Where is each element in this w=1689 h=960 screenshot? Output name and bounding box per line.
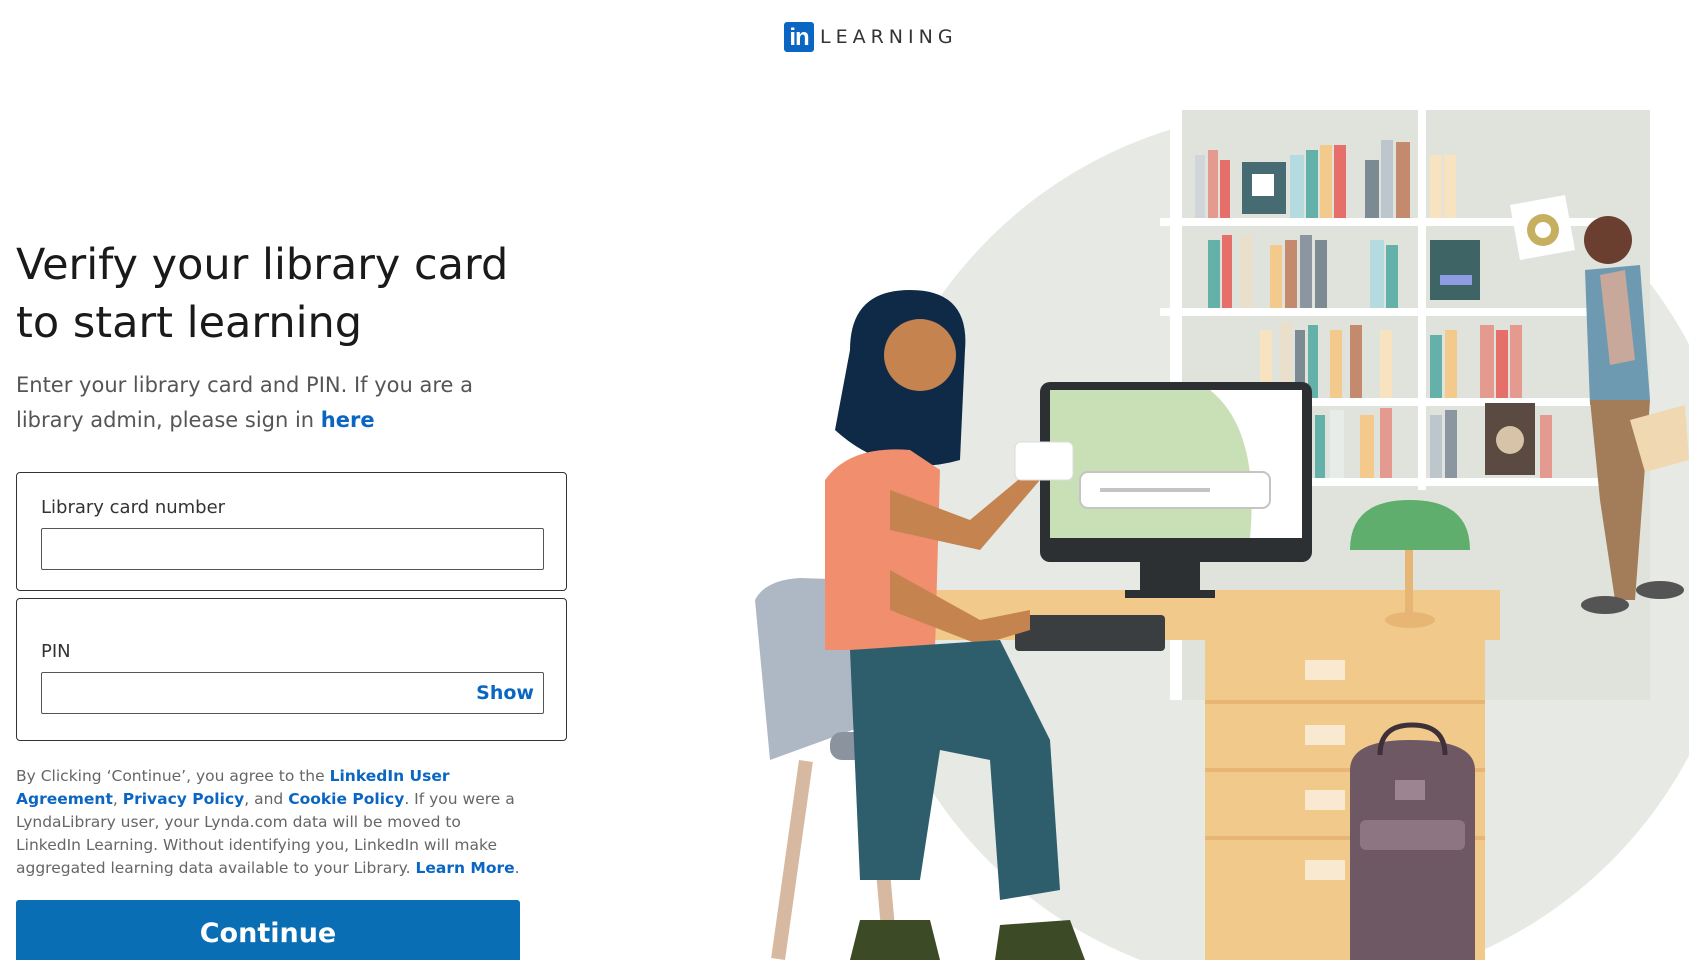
legal-notice: By Clicking ‘Continue’, you agree to the… [16, 765, 526, 880]
card-number-field-group: Library card number [16, 472, 567, 591]
legal-text-1: By Clicking ‘Continue’, you agree to the [16, 767, 330, 785]
pin-input-wrap: Show [41, 672, 544, 714]
instructions-text: Enter your library card and PIN. If you … [16, 368, 496, 438]
page: in LEARNING Verify your library card to … [0, 0, 1689, 960]
card-number-input[interactable] [41, 528, 544, 570]
page-title: Verify your library card to start learni… [16, 240, 509, 348]
linkedin-in-icon: in [784, 22, 814, 52]
cookie-policy-link[interactable]: Cookie Policy [288, 790, 404, 808]
backpack [1350, 722, 1475, 960]
continue-button[interactable]: Continue [16, 900, 520, 960]
privacy-policy-link[interactable]: Privacy Policy [123, 790, 245, 808]
keyboard [1015, 615, 1165, 651]
legal-text-2: , [112, 790, 123, 808]
admin-sign-in-link[interactable]: here [321, 408, 375, 432]
show-pin-button[interactable]: Show [476, 682, 534, 704]
pin-label: PIN [41, 641, 71, 662]
library-illustration [755, 110, 1689, 960]
logo-text: LEARNING [820, 26, 958, 48]
linkedin-learning-logo[interactable]: in LEARNING [784, 22, 958, 52]
legal-text-5: . [514, 859, 520, 877]
learn-more-link[interactable]: Learn More [415, 859, 514, 877]
instructions-prefix: Enter your library card and PIN. If you … [16, 373, 473, 432]
legal-text-3: , and [244, 790, 289, 808]
pin-input[interactable] [41, 672, 544, 714]
verify-form: Verify your library card to start learni… [16, 236, 571, 960]
card-number-label: Library card number [41, 497, 226, 518]
card-number-input-wrap [41, 528, 544, 570]
pin-field-group: PIN Show [16, 598, 567, 741]
